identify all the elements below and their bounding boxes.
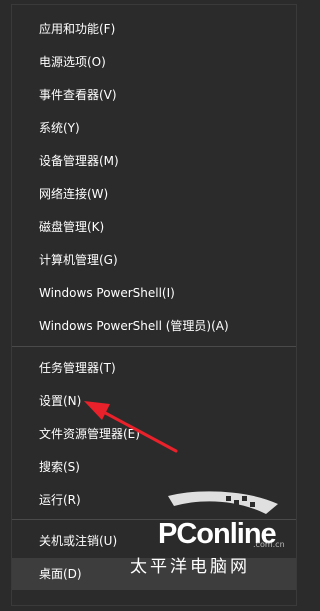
watermark: PConline .com.cn 太平洋电脑网: [128, 490, 298, 585]
menu-item-power-options[interactable]: 电源选项(O): [12, 46, 296, 78]
menu-separator: [12, 346, 296, 347]
menu-item-event-viewer[interactable]: 事件查看器(V): [12, 79, 296, 111]
menu-item-powershell[interactable]: Windows PowerShell(I): [12, 277, 296, 309]
menu-item-network-connections[interactable]: 网络连接(W): [12, 178, 296, 210]
menu-item-settings[interactable]: 设置(N): [12, 385, 296, 417]
menu-item-disk-management[interactable]: 磁盘管理(K): [12, 211, 296, 243]
menu-item-file-explorer[interactable]: 文件资源管理器(E): [12, 418, 296, 450]
menu-item-computer-management[interactable]: 计算机管理(G): [12, 244, 296, 276]
menu-item-system[interactable]: 系统(Y): [12, 112, 296, 144]
menu-item-task-manager[interactable]: 任务管理器(T): [12, 352, 296, 384]
menu-item-apps-features[interactable]: 应用和功能(F): [12, 13, 296, 45]
menu-item-powershell-admin[interactable]: Windows PowerShell (管理员)(A): [12, 310, 296, 342]
watermark-chinese: 太平洋电脑网: [130, 557, 250, 577]
menu-item-search[interactable]: 搜索(S): [12, 451, 296, 483]
watermark-domain: .com.cn: [253, 540, 285, 549]
menu-item-device-manager[interactable]: 设备管理器(M): [12, 145, 296, 177]
